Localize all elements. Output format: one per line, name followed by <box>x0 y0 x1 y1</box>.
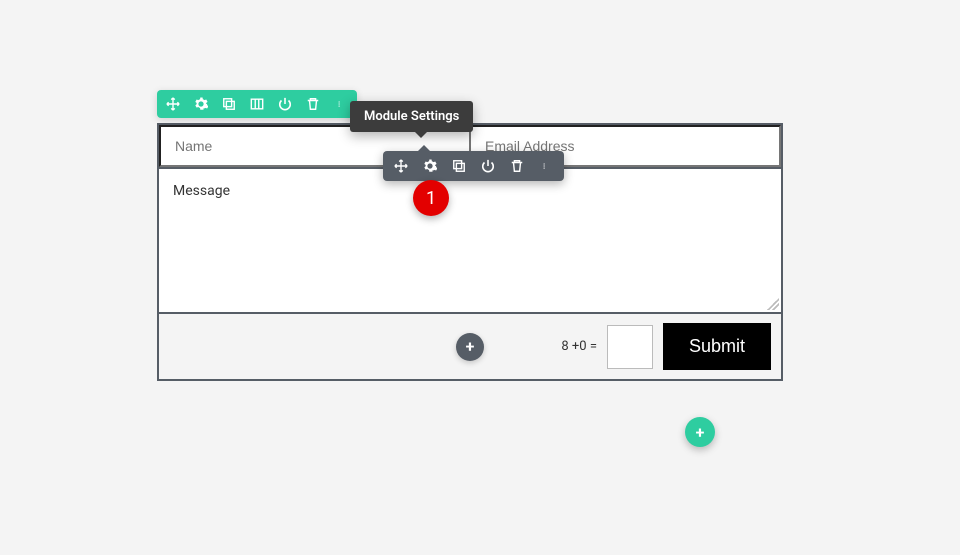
add-section-button[interactable]: + <box>685 417 715 447</box>
plus-icon: + <box>466 337 475 356</box>
trash-icon[interactable] <box>509 158 525 174</box>
power-icon[interactable] <box>277 96 293 112</box>
annotation-step-badge: 1 <box>413 180 449 216</box>
more-icon[interactable] <box>333 96 349 112</box>
captcha-input[interactable] <box>607 325 653 369</box>
module-toolbar <box>383 151 564 181</box>
gear-icon[interactable] <box>422 158 438 174</box>
gear-icon[interactable] <box>193 96 209 112</box>
move-icon[interactable] <box>393 158 409 174</box>
message-textarea[interactable] <box>159 169 781 312</box>
add-module-button[interactable]: + <box>456 333 484 361</box>
form-row-submit: + 8 +0 = Submit <box>159 314 781 379</box>
move-icon[interactable] <box>165 96 181 112</box>
plus-icon: + <box>696 423 705 442</box>
power-icon[interactable] <box>480 158 496 174</box>
duplicate-icon[interactable] <box>221 96 237 112</box>
columns-icon[interactable] <box>249 96 265 112</box>
more-icon[interactable] <box>538 158 554 174</box>
section-toolbar <box>157 90 357 118</box>
duplicate-icon[interactable] <box>451 158 467 174</box>
submit-button[interactable]: Submit <box>663 323 771 370</box>
trash-icon[interactable] <box>305 96 321 112</box>
captcha-label: 8 +0 = <box>561 339 597 354</box>
form-row-message <box>159 169 781 314</box>
module-settings-tooltip: Module Settings <box>350 101 473 132</box>
